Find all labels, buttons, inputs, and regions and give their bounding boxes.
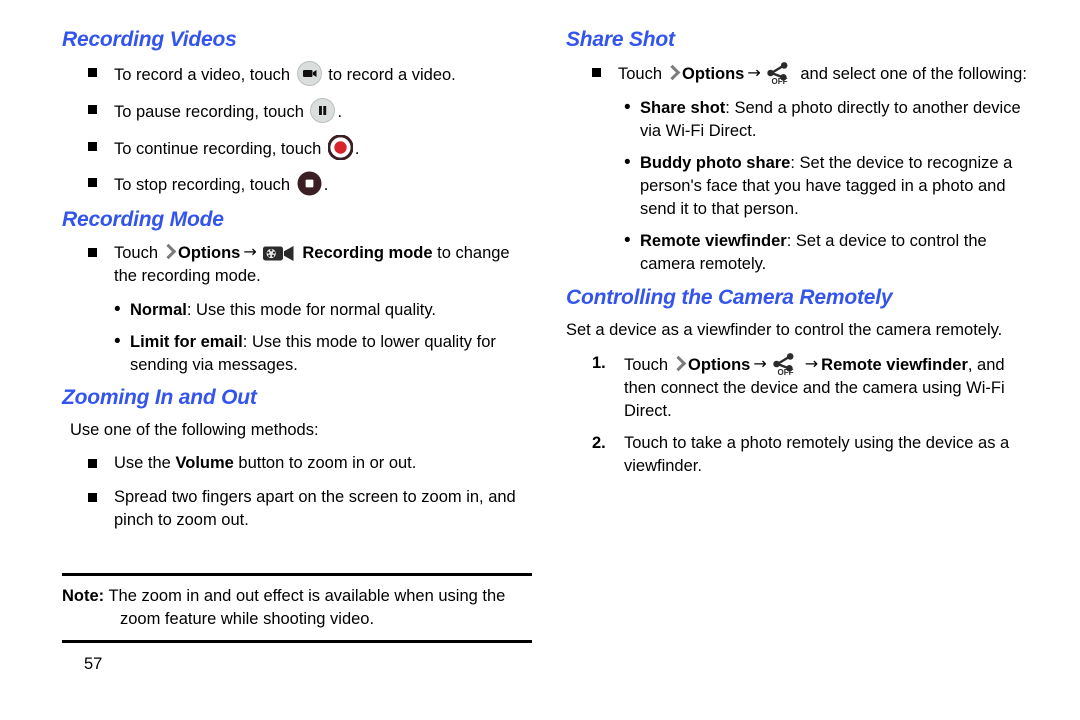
bullet-text: To continue recording, touch [114, 139, 326, 158]
list-item: Touch Options → OFF and select one of the … [566, 61, 1038, 86]
right-column: Share Shot Touch Options → OFF and select … [566, 28, 1038, 487]
list-item: Spread two fingers apart on the screen t… [62, 486, 534, 532]
list-item: To record a video, touch to record a vid… [62, 61, 534, 87]
bullet-text: To pause recording, touch [114, 102, 309, 121]
list-item: To stop recording, touch . [62, 171, 534, 197]
chevron-right-icon [162, 244, 175, 261]
section-title-recording-videos: Recording Videos [62, 28, 237, 51]
sub-list-item: Buddy photo share: Set the device to rec… [566, 150, 1038, 221]
record-dot-icon [327, 134, 353, 160]
bullet-text-after: . [354, 139, 360, 158]
numbered-list-item: 1. Touch Options → OFF → Remote viewfinder, … [566, 352, 1038, 423]
bullet-text-after: . [337, 102, 343, 121]
sub-list-item: Share shot: Send a photo directly to ano… [566, 95, 1038, 143]
options-label: Options [688, 355, 751, 374]
bullet-text: Spread two fingers apart on the screen t… [114, 488, 516, 529]
page-number: 57 [84, 655, 103, 673]
arrow-right-icon: → [753, 353, 767, 373]
manual-page: Recording Videos To record a video, touc… [0, 0, 1080, 720]
note-label: Note: [62, 587, 105, 605]
controlling-camera-intro: Set a device as a viewfinder to control … [566, 320, 1003, 339]
note-body: Note: The zoom in and out effect is avai… [62, 576, 532, 640]
left-column: Recording Videos To record a video, touc… [62, 28, 534, 543]
sub-item-term: Limit for email [130, 332, 243, 351]
options-label: Options [178, 244, 241, 263]
step-number: 1. [592, 353, 606, 372]
bullet-text: To record a video, touch [114, 66, 295, 85]
section-title-recording-mode: Recording Mode [62, 208, 224, 232]
stop-square-icon [297, 171, 322, 196]
touch-label: Touch [618, 65, 663, 84]
arrow-right-icon: → [243, 242, 257, 262]
section-title-share-shot: Share Shot [566, 28, 675, 51]
numbered-list-item: 2. Touch to take a photo remotely using t… [566, 432, 1038, 478]
recording-mode-label: Recording mode [302, 244, 433, 263]
share-shot-off-icon: OFF [766, 61, 794, 85]
sub-list-item: Normal: Use this mode for normal quality… [62, 297, 534, 324]
sub-item-term: Share shot [640, 98, 726, 117]
list-item: To continue recording, touch . [62, 134, 534, 161]
sub-item-term: Remote viewfinder [640, 232, 787, 251]
bullet-text: To stop recording, touch [114, 176, 295, 195]
sub-item-term: Buddy photo share [640, 154, 791, 173]
bullet-text-after: to record a video. [323, 66, 456, 85]
recording-mode-icon [262, 242, 296, 264]
note-text: The zoom in and out effect is available … [104, 587, 506, 629]
sub-list-item: Remote viewfinder: Set a device to contr… [566, 228, 1038, 276]
arrow-right-icon-2: → [804, 353, 819, 373]
chevron-right-icon [666, 65, 679, 82]
step-number: 2. [592, 434, 606, 453]
note-box: Note: The zoom in and out effect is avai… [62, 573, 532, 644]
chevron-right-icon [672, 356, 685, 373]
bullet-text-after: button to zoom in or out. [233, 454, 417, 473]
bullet-text-after: . [323, 176, 329, 195]
sub-list-item: Limit for email: Use this mode to lower … [62, 329, 534, 377]
bullet-tail: and select one of the following: [795, 65, 1027, 84]
remote-viewfinder-label: Remote viewfinder [821, 355, 968, 374]
options-label: Options [682, 65, 745, 84]
zooming-intro: Use one of the following methods: [70, 421, 319, 440]
pause-icon [310, 97, 336, 123]
note-rule-bottom [62, 640, 532, 644]
sub-item-desc: : Use this mode for normal quality. [186, 300, 436, 319]
list-item: Touch Options → Recording mode to change t… [62, 241, 534, 288]
sub-item-term: Normal [130, 300, 187, 319]
list-item: Use the Volume button to zoom in or out. [62, 452, 534, 475]
touch-label: Touch [114, 244, 159, 263]
step-text: Touch to take a photo remotely using the… [624, 434, 1010, 476]
bullet-text: Use the [114, 454, 176, 473]
section-title-controlling-camera: Controlling the Camera Remotely [566, 285, 893, 309]
arrow-right-icon: → [747, 63, 761, 83]
camcorder-record-icon [296, 61, 322, 87]
list-item: To pause recording, touch . [62, 97, 534, 124]
svg-text:OFF: OFF [771, 77, 787, 85]
volume-label: Volume [175, 454, 234, 473]
svg-text:OFF: OFF [777, 368, 793, 376]
section-title-zooming: Zooming In and Out [62, 386, 257, 410]
share-shot-off-icon: OFF [772, 352, 800, 376]
touch-label: Touch [624, 355, 669, 374]
